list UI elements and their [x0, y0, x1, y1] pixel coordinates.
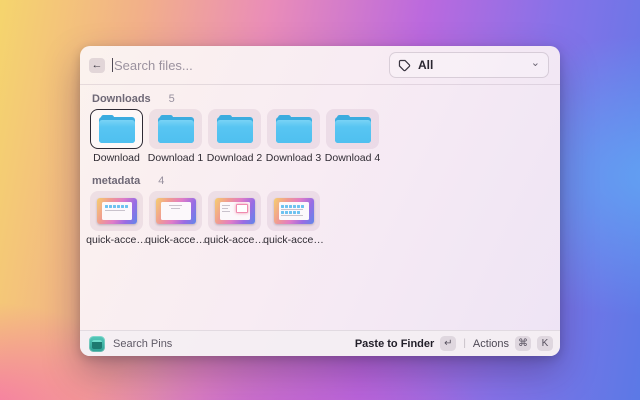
tile: [267, 191, 320, 231]
status-actions: Paste to Finder ↵ | Actions ⌘ K: [355, 336, 553, 351]
file-item-screenshot-3[interactable]: quick-acce…: [204, 191, 265, 246]
tile: [90, 191, 143, 231]
screenshot-thumbnail: [96, 198, 137, 224]
filter-dropdown[interactable]: All ⌄: [389, 52, 549, 78]
item-label: quick-acce…: [263, 234, 324, 246]
arrow-left-icon: ←: [91, 58, 103, 71]
text-caret: [112, 58, 113, 72]
screenshot-thumbnail: [273, 198, 314, 224]
downloads-row: Download Download 1 Download 2 Download …: [90, 109, 550, 164]
tile: [208, 109, 261, 149]
tile: [149, 109, 202, 149]
actions-button[interactable]: Actions: [473, 338, 509, 350]
search-files-window: ← Search files... All ⌄ Downloads 5 Down…: [80, 46, 560, 356]
file-item-download[interactable]: Download: [90, 109, 143, 164]
search-header: ← Search files... All ⌄: [80, 46, 560, 85]
folder-icon: [334, 115, 371, 143]
paste-to-finder-button[interactable]: Paste to Finder: [355, 338, 434, 350]
item-label: Download 2: [206, 152, 263, 164]
section-count: 5: [168, 93, 175, 105]
file-item-download-3[interactable]: Download 3: [266, 109, 321, 164]
item-label: quick-acce…: [145, 234, 206, 246]
tile: [267, 109, 320, 149]
app-label: Search Pins: [113, 337, 173, 350]
screenshot-thumbnail: [214, 198, 255, 224]
back-button[interactable]: ←: [89, 57, 105, 73]
item-label: quick-acce…: [204, 234, 265, 246]
section-title: metadata: [92, 175, 141, 187]
section-header-downloads: Downloads 5: [92, 93, 550, 105]
screenshot-thumbnail: [155, 198, 196, 224]
return-keycap: ↵: [440, 336, 457, 351]
filter-selected-value: All: [418, 58, 434, 72]
chevron-down-icon: ⌄: [530, 56, 540, 69]
item-label: Download 4: [324, 152, 381, 164]
folder-icon: [157, 115, 194, 143]
metadata-row: quick-acce… quick-acce… quick-acce… quic…: [86, 191, 550, 246]
item-label: quick-acce…: [86, 234, 147, 246]
tile: [149, 191, 202, 231]
item-label: Download: [93, 152, 140, 164]
file-item-download-1[interactable]: Download 1: [148, 109, 203, 164]
k-keycap: K: [537, 336, 553, 351]
selected-tile: [90, 109, 143, 149]
section-header-metadata: metadata 4: [92, 175, 550, 187]
search-placeholder: Search files...: [114, 57, 193, 73]
status-bar: Search Pins Paste to Finder ↵ | Actions …: [80, 330, 560, 356]
item-label: Download 1: [147, 152, 204, 164]
divider: |: [463, 338, 466, 349]
section-title: Downloads: [92, 93, 151, 105]
folder-icon: [275, 115, 312, 143]
file-item-screenshot-1[interactable]: quick-acce…: [86, 191, 147, 246]
desktop-background: ← Search files... All ⌄ Downloads 5 Down…: [0, 0, 640, 400]
folder-icon: [98, 115, 135, 143]
tag-icon: [398, 59, 411, 72]
folder-icon: [216, 115, 253, 143]
results-area: Downloads 5 Download Download 1 Download…: [80, 85, 560, 330]
search-pins-app-icon: [89, 335, 105, 352]
file-item-screenshot-2[interactable]: quick-acce…: [145, 191, 206, 246]
file-item-download-2[interactable]: Download 2: [207, 109, 262, 164]
tile: [326, 109, 379, 149]
search-input[interactable]: Search files...: [112, 58, 389, 73]
command-keycap: ⌘: [515, 336, 531, 351]
file-item-screenshot-4[interactable]: quick-acce…: [263, 191, 324, 246]
item-label: Download 3: [265, 152, 322, 164]
file-item-download-4[interactable]: Download 4: [325, 109, 380, 164]
section-count: 4: [158, 175, 165, 187]
tile: [208, 191, 261, 231]
